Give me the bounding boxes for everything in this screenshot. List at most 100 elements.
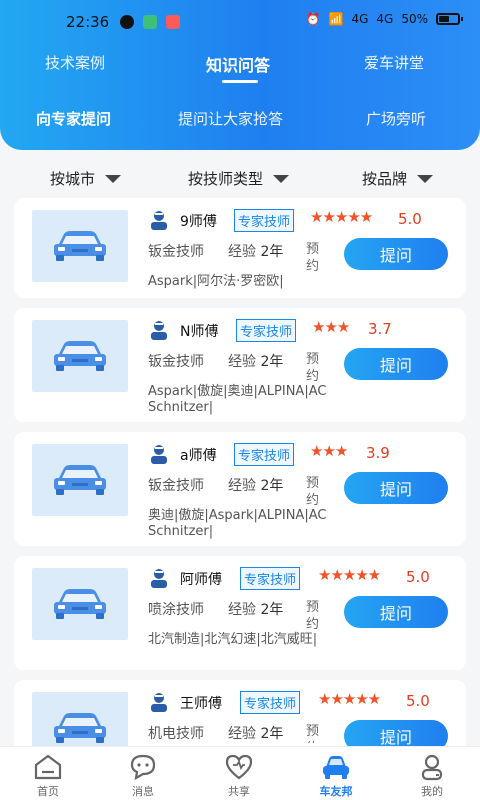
technician-avatar-icon — [151, 693, 167, 712]
expert-badge: 专家技师 — [236, 319, 297, 342]
tab-car-lectures[interactable]: 爱车讲堂 — [364, 52, 424, 73]
expert-badge: 专家技师 — [234, 443, 295, 466]
experience-value: 2年 — [260, 478, 284, 494]
nav-profile-label: 我的 — [421, 785, 443, 798]
car-icon — [54, 465, 106, 495]
ask-button[interactable]: 提问 — [344, 596, 448, 628]
filter-city[interactable]: 按城市 — [50, 168, 122, 189]
technician-name: N师傅 — [180, 324, 219, 340]
appointment-label: 预约 — [306, 476, 320, 508]
technician-avatar-icon — [151, 211, 167, 230]
battery-icon — [436, 13, 463, 25]
profile-icon — [421, 754, 443, 781]
experience: 经验 2年 — [228, 599, 283, 619]
nav-car-club[interactable]: 车友邦 — [296, 747, 376, 800]
technician-role: 喷涂技师 — [148, 602, 204, 618]
telegram-icon — [120, 15, 134, 29]
experience-label: 经验 — [228, 478, 256, 494]
rating-score: 5.0 — [406, 692, 430, 710]
experience-label: 经验 — [228, 602, 256, 618]
car-thumbnail — [32, 568, 128, 640]
technician-avatar-icon — [151, 569, 167, 588]
nav-car-club-label: 车友邦 — [319, 785, 353, 798]
car-thumbnail — [32, 210, 128, 282]
car-icon — [54, 341, 106, 371]
experience-value: 2年 — [260, 602, 284, 618]
home-icon — [34, 754, 62, 780]
filter-brand-label: 按品牌 — [362, 170, 408, 188]
nav-share-label: 共享 — [228, 785, 250, 798]
technician-name: 9师傅 — [180, 214, 217, 230]
appointment-label: 预约 — [306, 352, 320, 384]
rating-stars: ★★★★★ — [310, 208, 373, 226]
technician-role: 钣金技师 — [148, 244, 204, 260]
technician-name: 阿师傅 — [180, 572, 222, 588]
expert-badge: 专家技师 — [234, 209, 295, 232]
tab-active-indicator — [222, 80, 258, 83]
experience-label: 经验 — [228, 354, 256, 370]
experience-label: 经验 — [228, 244, 256, 260]
rating-score: 5.0 — [406, 568, 430, 586]
filter-bar: 按城市 按技师类型 按品牌 — [0, 160, 480, 196]
filter-tech-type[interactable]: 按技师类型 — [188, 168, 290, 189]
experience-value: 2年 — [260, 726, 284, 742]
technician-role: 钣金技师 — [148, 478, 204, 494]
technician-card[interactable]: 9师傅 专家技师 ★★★★★ 5.0 钣金技师 经验 2年 预约 提问 Aspa… — [14, 198, 466, 298]
ask-button[interactable]: 提问 — [344, 238, 448, 270]
subtab-ask-expert[interactable]: 向专家提问 — [36, 108, 111, 129]
ask-button[interactable]: 提问 — [344, 472, 448, 504]
expert-badge: 专家技师 — [240, 567, 301, 590]
nav-message-label: 消息 — [132, 785, 154, 798]
experience: 经验 2年 — [228, 351, 283, 371]
nav-message[interactable]: 消息 — [103, 747, 183, 800]
car-club-icon — [323, 756, 349, 779]
tab-knowledge-qa[interactable]: 知识问答 — [206, 52, 270, 76]
technician-card[interactable]: a师傅 专家技师 ★★★ 3.9 钣金技师 经验 2年 预约 提问 奥迪|傲旋|… — [14, 432, 466, 546]
rating-stars: ★★★★★ — [318, 690, 381, 708]
bottom-nav: 首页 消息 共享 车友邦 我的 — [0, 746, 480, 800]
technician-brands: 北汽制造|北汽幻速|北汽威旺| — [148, 632, 318, 647]
battery-percent: 50% — [401, 12, 428, 26]
status-bar: 22:36 ⏰ 📶 4G 4G 50% — [0, 0, 480, 44]
experience-label: 经验 — [228, 726, 256, 742]
technician-avatar-icon — [151, 445, 167, 464]
nav-share[interactable]: 共享 — [199, 747, 279, 800]
nav-home-label: 首页 — [37, 785, 59, 798]
filter-tech-type-label: 按技师类型 — [188, 170, 264, 188]
message-icon — [130, 754, 156, 781]
technician-name: a师傅 — [180, 448, 217, 464]
rating-score: 3.7 — [368, 320, 392, 338]
technician-brands: Aspark|傲旋|奥迪|ALPINA|AC Schnitzer| — [148, 384, 327, 415]
technician-brands: 奥迪|傲旋|Aspark|ALPINA|AC Schnitzer| — [148, 508, 327, 539]
car-thumbnail — [32, 444, 128, 516]
nav-profile[interactable]: 我的 — [392, 747, 472, 800]
video-icon — [166, 15, 180, 29]
rating-score: 5.0 — [398, 210, 422, 228]
experience-value: 2年 — [260, 244, 284, 260]
car-icon — [54, 589, 106, 619]
experience: 经验 2年 — [228, 723, 283, 743]
filter-city-label: 按城市 — [50, 170, 96, 188]
expert-badge: 专家技师 — [240, 691, 301, 714]
app-icon — [143, 15, 157, 29]
experience: 经验 2年 — [228, 475, 283, 495]
signal-1: 4G — [351, 12, 369, 26]
tab-tech-cases[interactable]: 技术案例 — [45, 52, 105, 73]
caret-down-icon — [105, 174, 122, 183]
appointment-label: 预约 — [306, 242, 320, 274]
appointment-label: 预约 — [306, 600, 320, 632]
subtab-square-listen[interactable]: 广场旁听 — [366, 108, 426, 129]
car-icon — [54, 231, 106, 261]
technician-card[interactable]: 阿师傅 专家技师 ★★★★★ 5.0 喷涂技师 经验 2年 预约 提问 北汽制造… — [14, 556, 466, 670]
technician-avatar-icon — [151, 321, 167, 340]
appointment-label: 预约 — [306, 724, 320, 743]
subtab-ask-everyone[interactable]: 提问让大家抢答 — [178, 108, 283, 129]
nav-home[interactable]: 首页 — [8, 747, 88, 800]
ask-button[interactable]: 提问 — [344, 348, 448, 380]
filter-brand[interactable]: 按品牌 — [362, 168, 434, 189]
rating-stars: ★★★★★ — [318, 566, 381, 584]
rating-stars: ★★★ — [310, 442, 348, 460]
top-tabs: 技术案例 知识问答 爱车讲堂 — [0, 52, 480, 83]
technician-card[interactable]: N师傅 专家技师 ★★★ 3.7 钣金技师 经验 2年 预约 提问 Aspark… — [14, 308, 466, 422]
technician-brands: Aspark|阿尔法·罗密欧| — [148, 274, 284, 289]
